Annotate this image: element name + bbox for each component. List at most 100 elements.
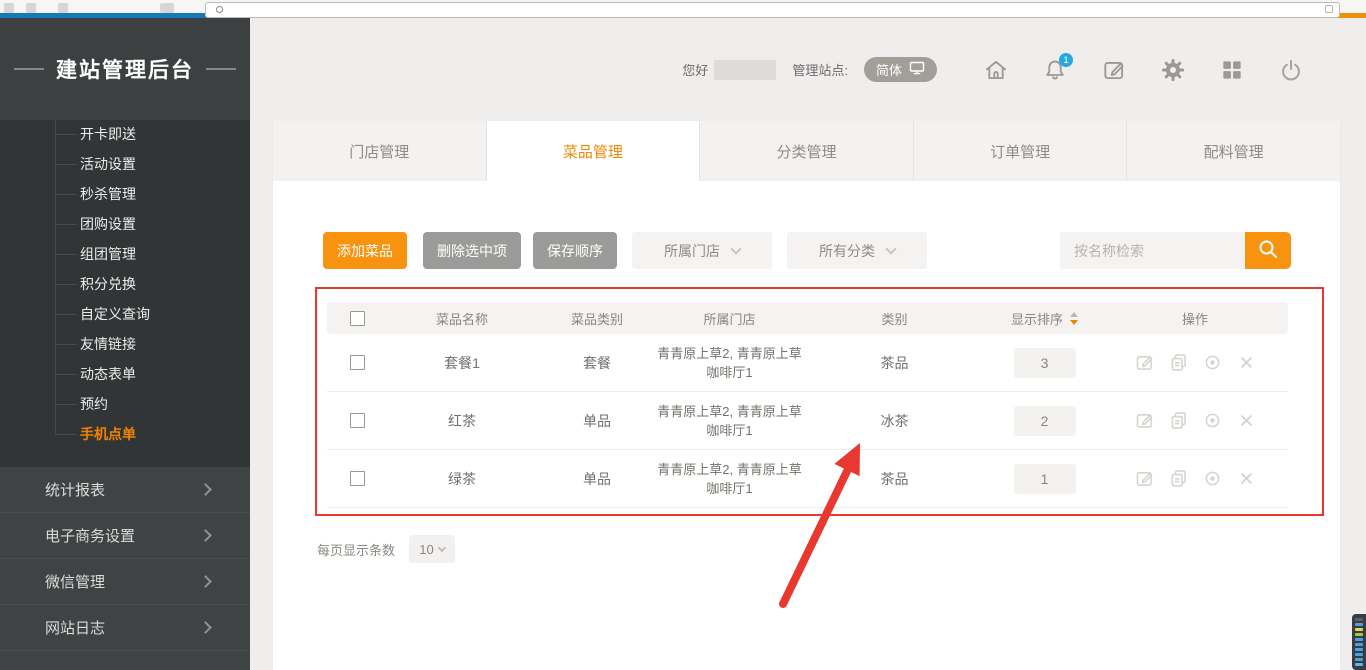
home-icon[interactable] — [983, 57, 1009, 83]
category-filter-dropdown[interactable]: 所有分类 — [787, 232, 927, 269]
tab-dish-management[interactable]: 菜品管理 — [487, 121, 701, 181]
col-dish-type: 菜品类别 — [537, 309, 657, 328]
dish-category: 茶品 — [802, 353, 987, 373]
edit-row-icon[interactable] — [1134, 410, 1155, 431]
bell-icon[interactable]: 1 — [1042, 57, 1068, 83]
browser-reload-button[interactable] — [58, 3, 68, 13]
page-size-select[interactable]: 10 — [409, 535, 455, 563]
minimap-stripe — [1355, 663, 1363, 666]
sidebar-group-weixinguanli[interactable]: 微信管理 — [0, 559, 250, 605]
delete-selected-button[interactable]: 删除选中项 — [423, 232, 521, 269]
col-dish-name: 菜品名称 — [387, 309, 537, 328]
col-sort-order: 显示排序 — [1011, 309, 1063, 328]
sidebar-item-youqinglianjie[interactable]: 友情链接 — [0, 329, 250, 359]
content-card: 门店管理 菜品管理 分类管理 订单管理 配料管理 添加菜品 删除选中项 保存顺序… — [273, 121, 1340, 670]
view-row-icon[interactable] — [1202, 352, 1223, 373]
sidebar-group-dianzishangwu[interactable]: 电子商务设置 — [0, 513, 250, 559]
save-order-button[interactable]: 保存顺序 — [533, 232, 617, 269]
delete-row-icon[interactable] — [1236, 468, 1257, 489]
pagination: 每页显示条数 10 — [317, 535, 1340, 563]
topbar: 您好 管理站点: 简体 — [250, 18, 1366, 121]
sidebar-group-wangzhanrizhi[interactable]: 网站日志 — [0, 605, 250, 651]
address-bar[interactable] — [205, 2, 1340, 18]
sort-asc-icon[interactable] — [1070, 312, 1078, 317]
greeting-label: 您好 — [682, 60, 708, 79]
table-highlight-border: 菜品名称 菜品类别 所属门店 类别 显示排序 — [315, 287, 1324, 516]
sidebar-item-miaoshaguanli[interactable]: 秒杀管理 — [0, 179, 250, 209]
select-all-checkbox[interactable] — [350, 311, 365, 326]
tab-store-management[interactable]: 门店管理 — [273, 121, 487, 181]
store-filter-dropdown[interactable]: 所属门店 — [632, 232, 772, 269]
table-row: 红茶 单品 青青原上草2, 青青原上草咖啡厅1 冰茶 2 — [327, 392, 1288, 450]
delete-row-icon[interactable] — [1236, 410, 1257, 431]
grid-icon[interactable] — [1219, 57, 1245, 83]
view-row-icon[interactable] — [1202, 410, 1223, 431]
sidebar-item-dongtaibiaodan[interactable]: 动态表单 — [0, 359, 250, 389]
tab-ingredient-management[interactable]: 配料管理 — [1127, 121, 1340, 181]
gear-icon[interactable] — [1160, 57, 1186, 83]
col-category: 类别 — [802, 309, 987, 328]
header-icon-cluster: 1 — [983, 57, 1304, 83]
app-title: 建站管理后台 — [56, 54, 194, 84]
row-checkbox[interactable] — [350, 413, 365, 428]
bookmark-icon[interactable] — [1325, 5, 1333, 13]
browser-forward-button[interactable] — [26, 3, 36, 13]
dish-name: 套餐1 — [387, 353, 537, 373]
dish-type: 单品 — [537, 411, 657, 431]
group-label: 微信管理 — [45, 571, 105, 592]
tab-bar: 门店管理 菜品管理 分类管理 订单管理 配料管理 — [273, 121, 1340, 181]
power-icon[interactable] — [1278, 57, 1304, 83]
browser-back-button[interactable] — [4, 3, 14, 13]
sidebar-item-zidingyichaxun[interactable]: 自定义查询 — [0, 299, 250, 329]
edit-row-icon[interactable] — [1134, 352, 1155, 373]
table-row: 绿茶 单品 青青原上草2, 青青原上草咖啡厅1 茶品 1 — [327, 450, 1288, 508]
language-pill[interactable]: 简体 — [864, 57, 937, 82]
row-checkbox[interactable] — [350, 471, 365, 486]
sidebar-submenu: 开卡即送 活动设置 秒杀管理 团购设置 组团管理 积分兑换 自定义查询 友情链接… — [0, 120, 250, 467]
sidebar-item-huodongshezhi[interactable]: 活动设置 — [0, 149, 250, 179]
tab-order-management[interactable]: 订单管理 — [914, 121, 1128, 181]
scrollbar-minimap[interactable] — [1352, 614, 1366, 670]
sidebar-groups: 统计报表 电子商务设置 微信管理 网站日志 — [0, 467, 250, 670]
browser-bar — [0, 0, 1366, 13]
sort-order-input[interactable]: 1 — [1014, 464, 1076, 494]
title-dash-right — [206, 68, 236, 70]
edit-row-icon[interactable] — [1134, 468, 1155, 489]
sort-order-input[interactable]: 3 — [1014, 348, 1076, 378]
sidebar-item-yuyue[interactable]: 预约 — [0, 389, 250, 419]
edit-icon[interactable] — [1101, 57, 1127, 83]
row-checkbox[interactable] — [350, 355, 365, 370]
browser-tab-stub[interactable] — [160, 3, 174, 13]
search-icon — [1256, 237, 1280, 264]
tab-category-management[interactable]: 分类管理 — [700, 121, 914, 181]
group-label: 统计报表 — [45, 479, 105, 500]
sidebar-group-tongjibaobiao[interactable]: 统计报表 — [0, 467, 250, 513]
sidebar-item-jifenduihuan[interactable]: 积分兑换 — [0, 269, 250, 299]
minimap-stripe — [1355, 638, 1363, 641]
copy-row-icon[interactable] — [1168, 352, 1189, 373]
col-store: 所属门店 — [657, 309, 802, 328]
notification-badge: 1 — [1059, 53, 1073, 67]
chevron-right-icon — [199, 621, 212, 634]
chevron-down-icon — [730, 243, 741, 254]
add-dish-button[interactable]: 添加菜品 — [323, 232, 407, 269]
page-size-value: 10 — [419, 542, 433, 557]
chevron-down-icon — [438, 543, 446, 551]
copy-row-icon[interactable] — [1168, 410, 1189, 431]
dish-name: 绿茶 — [387, 469, 537, 489]
search-button[interactable] — [1245, 232, 1291, 269]
search-group — [1060, 232, 1291, 269]
view-row-icon[interactable] — [1202, 468, 1223, 489]
sidebar-item-kaikajisong[interactable]: 开卡即送 — [0, 120, 250, 149]
sidebar-item-tuangoushezhi[interactable]: 团购设置 — [0, 209, 250, 239]
sort-order-column-control[interactable]: 显示排序 — [1011, 309, 1078, 328]
category-filter-label: 所有分类 — [819, 241, 875, 261]
dish-category: 冰茶 — [802, 411, 987, 431]
search-input[interactable] — [1060, 232, 1245, 269]
sidebar-item-zutuanguanli[interactable]: 组团管理 — [0, 239, 250, 269]
sort-desc-icon[interactable] — [1070, 320, 1078, 325]
sidebar-item-shoujidiandan[interactable]: 手机点单 — [0, 419, 250, 449]
delete-row-icon[interactable] — [1236, 352, 1257, 373]
copy-row-icon[interactable] — [1168, 468, 1189, 489]
sort-order-input[interactable]: 2 — [1014, 406, 1076, 436]
